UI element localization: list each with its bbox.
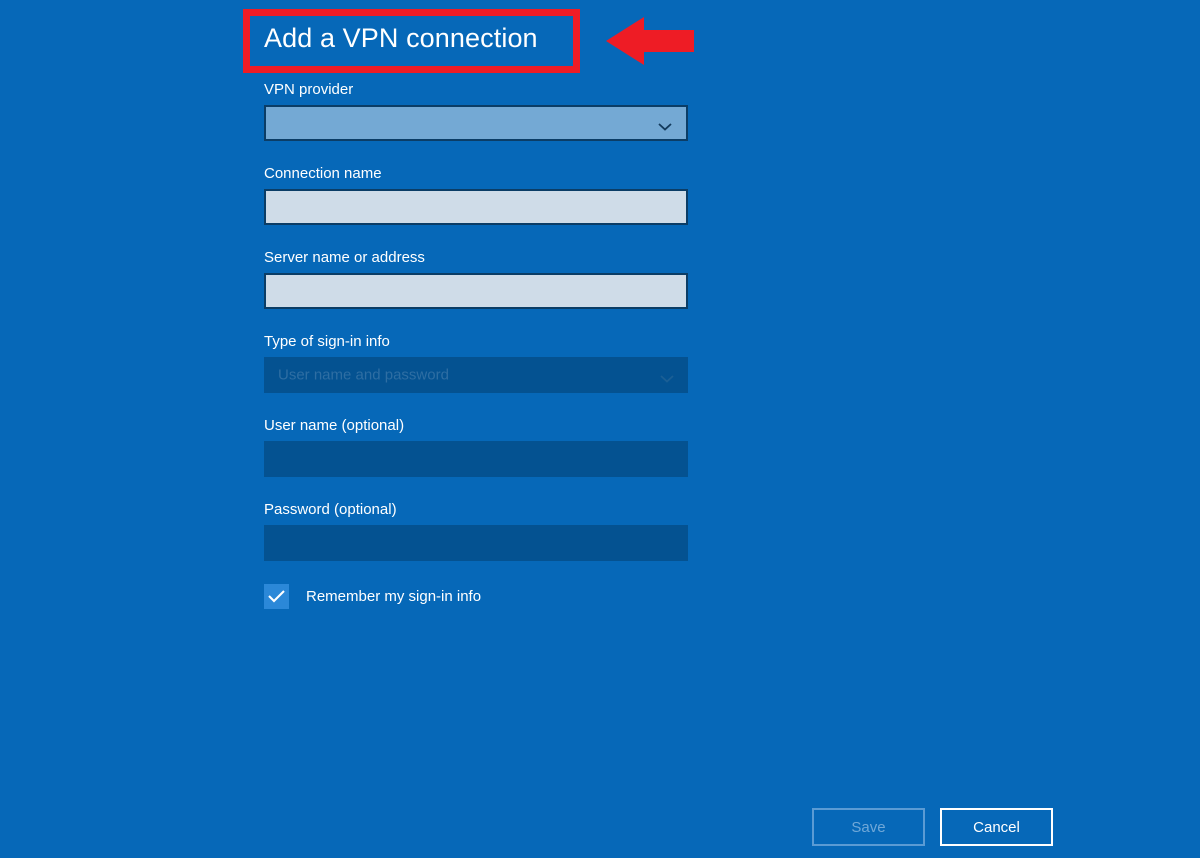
field-group-password: Password (optional) xyxy=(264,500,688,561)
vpn-form: VPN provider Connection name Server name… xyxy=(264,80,688,609)
field-group-signin-type: Type of sign-in info User name and passw… xyxy=(264,332,688,393)
page-title: Add a VPN connection xyxy=(264,23,538,53)
password-input xyxy=(264,525,688,561)
remember-signin-checkbox[interactable] xyxy=(264,584,289,609)
connection-name-label: Connection name xyxy=(264,165,382,182)
dialog-footer: Save Cancel xyxy=(812,808,1053,846)
signin-type-value: User name and password xyxy=(278,366,449,384)
server-name-label: Server name or address xyxy=(264,249,425,266)
remember-signin-row[interactable]: Remember my sign-in info xyxy=(264,584,688,609)
remember-signin-label: Remember my sign-in info xyxy=(306,588,482,605)
user-name-label: User name (optional) xyxy=(264,417,405,434)
signin-type-combobox: User name and password xyxy=(264,357,688,393)
password-label: Password (optional) xyxy=(264,501,397,518)
field-group-server-name: Server name or address xyxy=(264,248,688,309)
check-icon xyxy=(268,590,285,603)
vpn-settings-page: Add a VPN connection VPN provider Connec… xyxy=(0,0,1200,858)
vpn-provider-combobox[interactable] xyxy=(264,105,688,141)
connection-name-input[interactable] xyxy=(264,189,688,225)
cancel-button[interactable]: Cancel xyxy=(940,808,1053,846)
field-group-connection-name: Connection name xyxy=(264,164,688,225)
user-name-input xyxy=(264,441,688,477)
save-button: Save xyxy=(812,808,925,846)
field-group-vpn-provider: VPN provider xyxy=(264,80,688,141)
signin-type-label: Type of sign-in info xyxy=(264,333,390,350)
chevron-down-icon xyxy=(658,119,672,131)
server-name-input[interactable] xyxy=(264,273,688,309)
field-group-user-name: User name (optional) xyxy=(264,416,688,477)
left-arrow-annotation xyxy=(606,15,694,67)
vpn-provider-label: VPN provider xyxy=(264,81,354,98)
chevron-down-icon xyxy=(660,371,674,383)
